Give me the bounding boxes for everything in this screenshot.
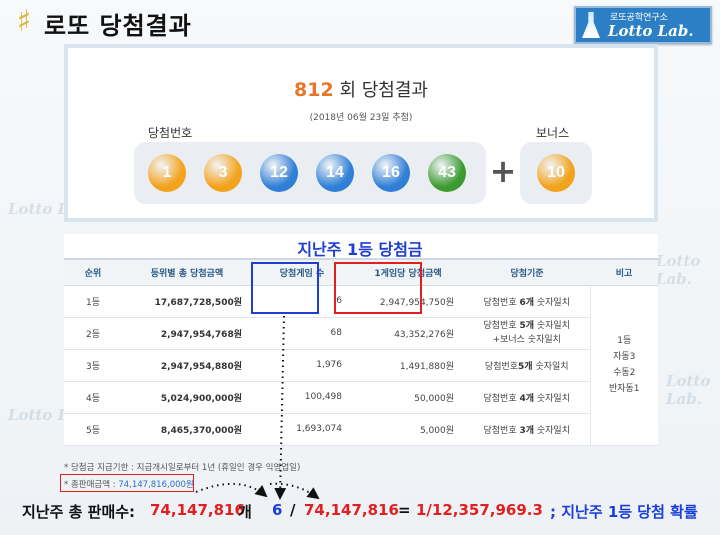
- dotted-arrow: [269, 482, 320, 500]
- formula-unit: 개: [238, 503, 252, 521]
- dotted-arrow: [195, 482, 268, 498]
- probability-formula: 지난주 총 판매수: 74,147,816 개 6 / 74,147,816 =…: [0, 501, 720, 527]
- formula-odds: 1/12,357,969.3: [416, 501, 543, 519]
- formula-slash: /: [290, 501, 296, 519]
- formula-sales: 74,147,816: [150, 501, 245, 519]
- formula-sales-2: 74,147,816: [304, 501, 399, 519]
- formula-caption: ; 지난주 1등 당첨 확률: [550, 503, 698, 521]
- formula-equals: =: [398, 501, 411, 519]
- formula-label: 지난주 총 판매수:: [22, 503, 136, 521]
- formula-winners: 6: [272, 501, 283, 519]
- dotted-arrow: [274, 315, 287, 500]
- arrows-overlay: [195, 315, 320, 500]
